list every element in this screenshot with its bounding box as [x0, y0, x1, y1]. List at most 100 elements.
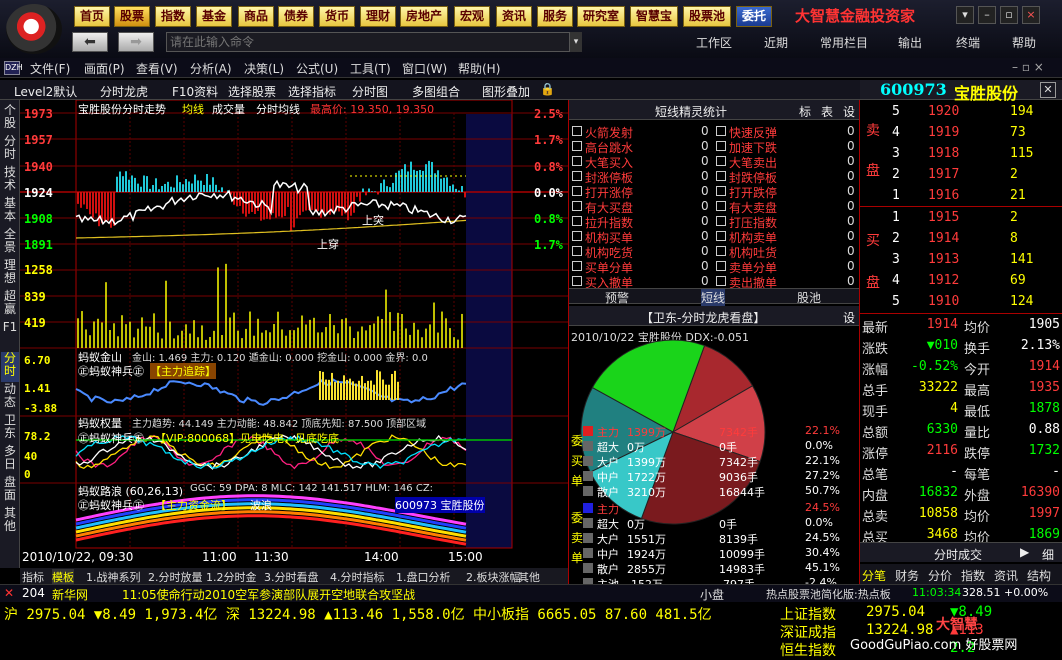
- close-icon[interactable]: ×: [1022, 6, 1040, 24]
- formula-tab-9[interactable]: 其他: [518, 569, 540, 585]
- menu-item-4[interactable]: 决策(L): [244, 60, 284, 77]
- nav-button-12[interactable]: 研究室: [577, 6, 626, 27]
- right-menu-0[interactable]: 工作区: [696, 34, 732, 51]
- left-tab-10[interactable]: 卫东: [1, 414, 19, 444]
- trade-play-icon[interactable]: ▶: [1020, 545, 1029, 559]
- toolbar-item-7[interactable]: 图形叠加: [482, 83, 530, 100]
- quote-tab-0[interactable]: 分笔: [862, 567, 886, 584]
- menu-item-1[interactable]: 画面(P): [84, 60, 125, 77]
- formula-tab-5[interactable]: 3.分时看盘: [264, 569, 319, 585]
- quote-tab-1[interactable]: 财务: [895, 567, 919, 584]
- left-tab-8[interactable]: 分时: [1, 352, 19, 382]
- right-menu-5[interactable]: 帮助: [1012, 34, 1036, 51]
- spirit-checkbox[interactable]: [716, 216, 726, 226]
- spirit-checkbox[interactable]: [716, 186, 726, 196]
- nav-button-7[interactable]: 理财: [360, 6, 397, 27]
- right-menu-1[interactable]: 近期: [764, 34, 788, 51]
- nav-button-6[interactable]: 货币: [319, 6, 356, 27]
- left-tab-5[interactable]: 理想: [1, 259, 19, 289]
- menu-item-2[interactable]: 查看(V): [136, 60, 178, 77]
- toolbar-item-1[interactable]: 分时龙虎: [100, 83, 148, 100]
- alert-close-icon[interactable]: ✕: [4, 586, 14, 600]
- index-name[interactable]: 恒生指数: [780, 640, 836, 660]
- lock-icon[interactable]: 🔒: [540, 82, 555, 96]
- spirit-subtab-1[interactable]: 短线: [701, 289, 726, 306]
- spirit-tab-settings[interactable]: 设: [843, 103, 855, 120]
- formula-tab-3[interactable]: 2.分时放量: [148, 569, 203, 585]
- nav-button-13[interactable]: 智慧宝: [630, 6, 679, 27]
- news-headline[interactable]: 11:05使命行动2010空军参演部队展开空地联合攻坚战: [122, 586, 415, 603]
- spirit-subtab-2[interactable]: 股池: [797, 289, 821, 306]
- formula-tab-1[interactable]: 模板: [52, 569, 74, 585]
- toolbar-item-2[interactable]: F10资料: [172, 83, 218, 100]
- nav-button-5[interactable]: 债券: [278, 6, 315, 27]
- spirit-checkbox[interactable]: [572, 216, 582, 226]
- quote-tab-3[interactable]: 指数: [961, 567, 985, 584]
- menu-item-8[interactable]: 帮助(H): [458, 60, 500, 77]
- left-tab-3[interactable]: 基本: [1, 197, 19, 227]
- nav-button-14[interactable]: 股票池: [683, 6, 732, 27]
- nav-button-4[interactable]: 商品: [238, 6, 275, 27]
- formula-tab-0[interactable]: 指标: [22, 569, 44, 585]
- menu-item-3[interactable]: 分析(A): [190, 60, 232, 77]
- spirit-subtab-0[interactable]: 预警: [605, 289, 629, 306]
- command-dropdown-icon[interactable]: ▾: [570, 32, 582, 52]
- spirit-checkbox[interactable]: [716, 276, 726, 286]
- nav-button-1[interactable]: 股票: [114, 6, 151, 27]
- left-tab-4[interactable]: 全景: [1, 228, 19, 258]
- menu-item-6[interactable]: 工具(T): [350, 60, 391, 77]
- restore-icon[interactable]: ▫: [1000, 6, 1018, 24]
- right-menu-2[interactable]: 常用栏目: [820, 34, 868, 51]
- menu-icon[interactable]: ▾: [956, 6, 974, 24]
- app-small-icon[interactable]: DZH: [4, 61, 23, 75]
- left-tab-0[interactable]: 个股: [1, 104, 19, 134]
- nav-button-8[interactable]: 房地产: [400, 6, 449, 27]
- left-tab-9[interactable]: 动态: [1, 383, 19, 413]
- minimize-icon[interactable]: –: [978, 6, 996, 24]
- spirit-checkbox[interactable]: [572, 261, 582, 271]
- toolbar-item-5[interactable]: 分时图: [352, 83, 388, 100]
- nav-button-3[interactable]: 基金: [196, 6, 233, 27]
- spirit-checkbox[interactable]: [716, 231, 726, 241]
- panel-close-icon[interactable]: ✕: [1040, 82, 1056, 98]
- spirit-checkbox[interactable]: [572, 231, 582, 241]
- spirit-checkbox[interactable]: [572, 276, 582, 286]
- pie-settings-button[interactable]: 设: [843, 309, 855, 326]
- spirit-tab-table[interactable]: 表: [821, 103, 833, 120]
- spirit-checkbox[interactable]: [572, 201, 582, 211]
- spirit-checkbox[interactable]: [716, 201, 726, 211]
- spirit-checkbox[interactable]: [716, 156, 726, 166]
- left-tab-7[interactable]: F1: [1, 321, 19, 351]
- formula-tab-8[interactable]: 2.板块涨幅: [466, 569, 521, 585]
- spirit-checkbox[interactable]: [716, 126, 726, 136]
- intraday-chart[interactable]: 宝胜股份分时走势 均线 成交量 分时均线 最高价: 19.350, 19.350…: [20, 100, 568, 568]
- spirit-tab-mark[interactable]: 标: [799, 103, 811, 120]
- nav-button-15[interactable]: 委托: [736, 6, 773, 27]
- right-menu-3[interactable]: 输出: [898, 34, 922, 51]
- spirit-checkbox[interactable]: [572, 126, 582, 136]
- spirit-checkbox[interactable]: [716, 246, 726, 256]
- forward-button[interactable]: ➡: [118, 32, 154, 52]
- spirit-checkbox[interactable]: [572, 141, 582, 151]
- app-logo-icon[interactable]: [6, 4, 62, 54]
- menu-item-0[interactable]: 文件(F): [30, 60, 70, 77]
- window-controls-icon[interactable]: – ▫ ×: [1012, 60, 1044, 74]
- formula-tab-4[interactable]: 1.2分时金: [206, 569, 257, 585]
- nav-button-9[interactable]: 宏观: [454, 6, 491, 27]
- toolbar-item-3[interactable]: 选择股票: [228, 83, 276, 100]
- formula-tab-6[interactable]: 4.分时指标: [330, 569, 385, 585]
- spirit-checkbox[interactable]: [716, 261, 726, 271]
- spirit-checkbox[interactable]: [716, 141, 726, 151]
- command-input[interactable]: [166, 32, 570, 52]
- toolbar-item-6[interactable]: 多图组合: [412, 83, 460, 100]
- left-tab-11[interactable]: 多日: [1, 445, 19, 475]
- nav-button-2[interactable]: 指数: [155, 6, 192, 27]
- quote-tab-2[interactable]: 分价: [928, 567, 952, 584]
- nav-button-11[interactable]: 服务: [537, 6, 574, 27]
- back-button[interactable]: ⬅: [72, 32, 108, 52]
- left-tab-1[interactable]: 分时: [1, 135, 19, 165]
- formula-tab-7[interactable]: 1.盘口分析: [396, 569, 451, 585]
- spirit-checkbox[interactable]: [572, 186, 582, 196]
- quote-tab-5[interactable]: 结构: [1027, 567, 1051, 584]
- nav-button-10[interactable]: 资讯: [496, 6, 533, 27]
